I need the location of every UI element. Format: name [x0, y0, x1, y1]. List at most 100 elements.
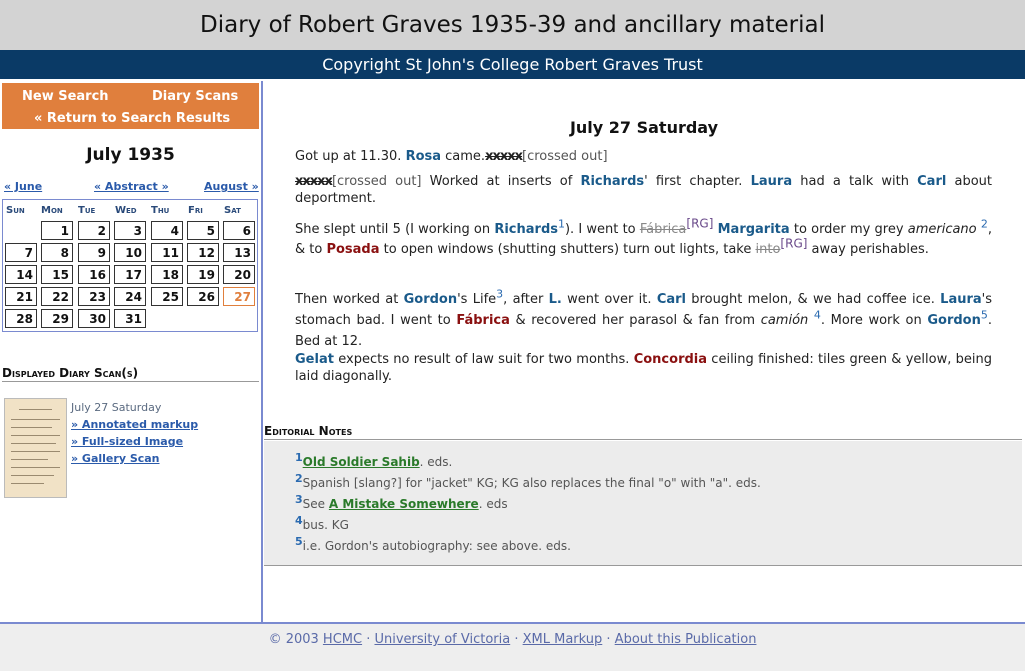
text: Then worked at [295, 292, 404, 307]
note-text: . eds [478, 497, 508, 511]
text: expects no result of law suit for two mo… [333, 352, 634, 367]
separator: · [510, 632, 523, 647]
note-2: 2Spanish [slang?] for "jacket" KG; KG al… [295, 473, 761, 490]
calendar-day[interactable]: 16 [78, 265, 110, 284]
text: She slept until 5 (I working on [295, 222, 495, 237]
gallery-scan-link[interactable]: » Gallery Scan [71, 452, 160, 465]
return-to-results-link[interactable]: « Return to Search Results [34, 111, 230, 126]
text: . More work on [820, 313, 928, 328]
place-concordia[interactable]: Concordia [634, 352, 707, 367]
calendar-day[interactable]: 30 [78, 309, 110, 328]
calendar-day[interactable]: 6 [223, 221, 255, 240]
person-gordon[interactable]: Gordon [404, 292, 458, 307]
calendar-day[interactable]: 15 [41, 265, 73, 284]
person-carl[interactable]: Carl [917, 174, 946, 189]
calendar-day[interactable]: 19 [187, 265, 219, 284]
calendar-day[interactable]: 11 [151, 243, 183, 262]
footnote-ref-5[interactable]: 5 [981, 309, 988, 322]
xml-markup-link[interactable]: XML Markup [523, 632, 603, 647]
calendar-day[interactable]: 27 [223, 287, 255, 306]
about-link[interactable]: About this Publication [615, 632, 757, 647]
person-rosa[interactable]: Rosa [406, 149, 441, 164]
scans-heading: Displayed Diary Scan(s) [2, 366, 259, 382]
person-gordon[interactable]: Gordon [927, 313, 981, 328]
calendar-day[interactable]: 9 [78, 243, 110, 262]
person-laura[interactable]: Laura [940, 292, 982, 307]
entry-paragraph-2: xxxxx[crossed out] Worked at inserts of … [295, 173, 992, 207]
calendar-day[interactable]: 4 [151, 221, 183, 240]
hcmc-link[interactable]: HCMC [323, 632, 362, 647]
calendar-day[interactable]: 10 [114, 243, 146, 262]
calendar-day[interactable]: 29 [41, 309, 73, 328]
footnote-ref-4[interactable]: 4 [814, 309, 821, 322]
note-text: See [302, 497, 329, 511]
new-search-link[interactable]: New Search [22, 89, 109, 104]
word-americano: americano [907, 222, 977, 237]
prev-month-link[interactable]: « June [4, 180, 42, 193]
calendar-day[interactable]: 7 [5, 243, 37, 262]
uvic-link[interactable]: University of Victoria [374, 632, 510, 647]
footnote-ref-1[interactable]: 1 [558, 218, 565, 231]
calendar-day[interactable]: 3 [114, 221, 146, 240]
calendar-day[interactable]: 21 [5, 287, 37, 306]
struck-into: into [755, 242, 781, 257]
footnote-ref-2[interactable]: 2 [981, 218, 988, 231]
calendar-day[interactable]: 1 [41, 221, 73, 240]
note-5: 5i.e. Gordon's autobiography: see above.… [295, 536, 571, 553]
diary-scans-link[interactable]: Diary Scans [152, 89, 238, 104]
site-title: Diary of Robert Graves 1935-39 and ancil… [0, 0, 1025, 50]
rg-note: [RG] [686, 216, 714, 231]
editorial-notes-heading: Editorial Notes [264, 424, 1022, 440]
calendar-day[interactable]: 12 [187, 243, 219, 262]
person-laura[interactable]: Laura [751, 174, 793, 189]
next-month-link[interactable]: August » [204, 180, 259, 193]
calendar-day[interactable]: 31 [114, 309, 146, 328]
rg-note: [RG] [780, 236, 808, 251]
text: away perishables. [807, 242, 929, 257]
dow-mon: Mon [41, 205, 63, 216]
diary-scan-thumbnail[interactable] [4, 398, 67, 498]
annotated-markup-link[interactable]: » Annotated markup [71, 418, 198, 431]
calendar-day[interactable]: 28 [5, 309, 37, 328]
note-text: bus. KG [302, 518, 349, 532]
abstract-link[interactable]: « Abstract » [94, 180, 169, 193]
person-richards[interactable]: Richards [494, 222, 558, 237]
note-title-link[interactable]: Old Soldier Sahib [303, 455, 420, 469]
calendar-day[interactable]: 26 [187, 287, 219, 306]
calendar-day[interactable]: 23 [78, 287, 110, 306]
struck-fabrica: Fábrica [639, 222, 687, 237]
editorial-notes: 1Old Soldier Sahib. eds. 2Spanish [slang… [264, 441, 1022, 566]
dow-sun: Sun [6, 205, 25, 216]
full-sized-image-link[interactable]: » Full-sized Image [71, 435, 183, 448]
person-richards[interactable]: Richards [580, 174, 644, 189]
nav-box: New Search Diary Scans « Return to Searc… [2, 83, 259, 129]
calendar-day[interactable]: 13 [223, 243, 255, 262]
editorial-crossed-out: [crossed out] [331, 174, 422, 189]
calendar-day[interactable]: 5 [187, 221, 219, 240]
text: & recovered her parasol & fan from [509, 313, 761, 328]
calendar-day[interactable]: 25 [151, 287, 183, 306]
text: Got up at 11.30. [295, 149, 406, 164]
calendar-day[interactable]: 18 [151, 265, 183, 284]
person-gelat[interactable]: Gelat [295, 352, 334, 367]
text: had a talk with [792, 174, 918, 189]
note-text: . eds. [419, 455, 453, 469]
calendar-day[interactable]: 24 [114, 287, 146, 306]
note-text: i.e. Gordon's autobiography: see above. … [302, 539, 571, 553]
note-title-link[interactable]: A Mistake Somewhere [329, 497, 479, 511]
calendar-day[interactable]: 22 [41, 287, 73, 306]
calendar-day[interactable]: 20 [223, 265, 255, 284]
place-fabrica[interactable]: Fábrica [456, 313, 510, 328]
calendar-day[interactable]: 17 [114, 265, 146, 284]
separator: · [602, 632, 615, 647]
dow-fri: Fri [188, 205, 203, 216]
calendar-day[interactable]: 8 [41, 243, 73, 262]
calendar-day[interactable]: 2 [78, 221, 110, 240]
person-l[interactable]: L. [549, 292, 562, 307]
calendar-day[interactable]: 14 [5, 265, 37, 284]
dow-wed: Wed [115, 205, 137, 216]
note-1: 1Old Soldier Sahib. eds. [295, 452, 453, 469]
person-margarita[interactable]: Margarita [718, 222, 790, 237]
place-posada[interactable]: Posada [326, 242, 379, 257]
person-carl[interactable]: Carl [657, 292, 686, 307]
